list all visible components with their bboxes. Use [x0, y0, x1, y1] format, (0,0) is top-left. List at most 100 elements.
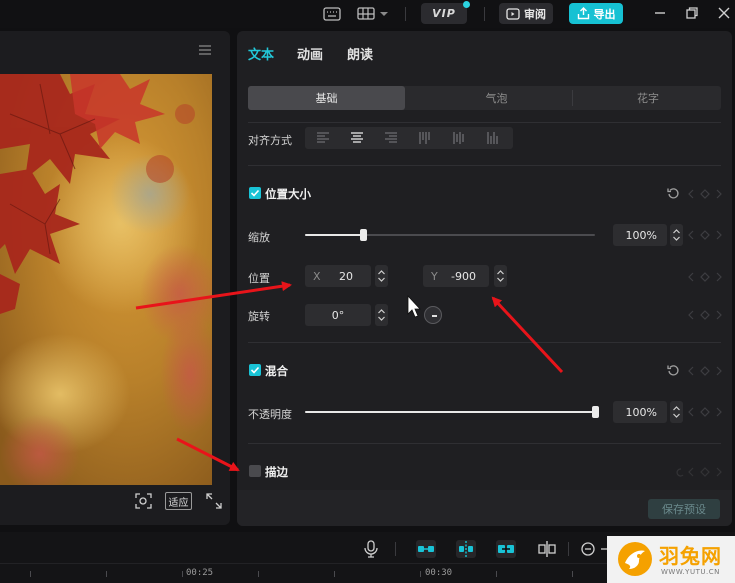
keyframe-nav-icon[interactable] — [688, 229, 722, 241]
position-label: 位置 — [248, 272, 270, 285]
toolbar-separator — [405, 7, 406, 21]
microphone-icon[interactable] — [361, 540, 381, 558]
toolbar-separator — [395, 542, 396, 556]
scale-slider-fill — [305, 234, 363, 236]
opacity-slider[interactable] — [305, 406, 599, 418]
keyboard-shortcut-icon[interactable] — [323, 6, 341, 22]
position-x-input[interactable]: X 20 — [305, 265, 371, 287]
seg-basic[interactable]: 基础 — [248, 86, 405, 110]
scale-slider-knob[interactable] — [359, 229, 367, 241]
vertical-align-top-icon[interactable] — [418, 131, 432, 145]
rotate-stepper[interactable] — [375, 304, 388, 326]
position-y-input[interactable]: Y -900 — [423, 265, 489, 287]
ruler-tick — [334, 571, 335, 577]
reset-icon[interactable] — [667, 364, 680, 377]
ruler-tick — [572, 571, 573, 577]
review-icon — [506, 7, 520, 20]
align-left-icon[interactable] — [316, 131, 330, 145]
ruler-tick — [182, 571, 183, 577]
position-x-stepper[interactable] — [375, 265, 388, 287]
ruler-label: 00:25 — [186, 568, 214, 578]
maximize-icon[interactable] — [684, 5, 700, 21]
video-preview[interactable] — [0, 74, 212, 485]
opacity-stepper[interactable] — [670, 401, 683, 423]
zoom-fit-icon[interactable] — [135, 493, 152, 509]
close-icon[interactable] — [716, 5, 732, 21]
checkmark-icon — [250, 366, 260, 374]
watermark-name: 羽兔网 — [659, 544, 722, 568]
minimize-icon[interactable] — [652, 5, 668, 21]
tab-animation[interactable]: 动画 — [297, 44, 323, 63]
scale-input[interactable]: 100% — [613, 224, 667, 246]
auto-snap-icon[interactable] — [456, 540, 476, 558]
checkmark-icon — [250, 189, 260, 197]
style-segmented-control: 基础 气泡 花字 — [248, 86, 721, 110]
ruler-tick — [420, 571, 421, 577]
linkage-icon[interactable] — [496, 540, 516, 558]
stroke-checkbox[interactable] — [249, 465, 261, 477]
rotate-label: 旋转 — [248, 310, 270, 323]
reset-icon[interactable] — [667, 187, 680, 200]
scale-slider[interactable] — [305, 229, 595, 241]
ruler-tick — [106, 571, 107, 577]
rotate-input[interactable]: 0° — [305, 304, 371, 326]
review-button[interactable]: 审阅 — [499, 3, 553, 24]
save-preset-button[interactable]: 保存预设 — [648, 499, 720, 519]
tab-read-aloud[interactable]: 朗读 — [347, 44, 373, 63]
align-label: 对齐方式 — [248, 134, 292, 147]
stroke-title: 描边 — [265, 465, 288, 479]
vertical-align-middle-icon[interactable] — [452, 131, 466, 145]
watermark-logo — [618, 542, 652, 576]
opacity-input[interactable]: 100% — [613, 401, 667, 423]
export-button[interactable]: 导出 — [569, 3, 623, 24]
seg-fancy-text[interactable]: 花字 — [575, 86, 721, 110]
divider — [248, 165, 721, 166]
keyframe-nav-icon[interactable] — [675, 466, 722, 478]
ruler-tick — [496, 571, 497, 577]
position-size-checkbox[interactable] — [249, 187, 261, 199]
rotation-dial[interactable] — [424, 306, 442, 324]
keyframe-nav-icon[interactable] — [688, 309, 722, 321]
tab-text[interactable]: 文本 — [248, 44, 274, 63]
watermark: 羽兔网 WWW.YUTU.CN — [607, 536, 735, 583]
blend-checkbox[interactable] — [249, 364, 261, 376]
autumn-leaves-image — [0, 74, 212, 485]
position-y-stepper[interactable] — [494, 265, 507, 287]
keyframe-nav-icon[interactable] — [688, 365, 722, 377]
vip-label: VIP — [432, 7, 456, 20]
keyframe-nav-icon[interactable] — [688, 188, 722, 200]
y-prefix: Y — [431, 269, 438, 283]
align-center-icon[interactable] — [350, 131, 364, 145]
rotate-value: 0° — [331, 308, 345, 322]
y-value: -900 — [451, 269, 476, 283]
position-size-title: 位置大小 — [265, 187, 311, 201]
keyframe-nav-icon[interactable] — [688, 406, 722, 418]
opacity-label: 不透明度 — [248, 408, 292, 421]
seg-bubble[interactable]: 气泡 — [418, 86, 575, 110]
export-label: 导出 — [593, 7, 616, 21]
fit-ratio-button[interactable]: 适应 — [165, 492, 192, 510]
keyframe-nav-icon[interactable] — [688, 271, 722, 283]
zoom-out-icon[interactable] — [579, 540, 599, 558]
title-bar: VIP 审阅 导出 — [0, 0, 735, 28]
link-clips-icon[interactable] — [416, 540, 436, 558]
menu-icon[interactable] — [198, 44, 212, 56]
ruler-tick — [30, 571, 31, 577]
ruler-tick — [258, 571, 259, 577]
watermark-url: WWW.YUTU.CN — [661, 568, 720, 576]
toolbar-separator — [568, 542, 569, 556]
vertical-align-bottom-icon[interactable] — [486, 131, 500, 145]
divider — [248, 342, 721, 343]
seg-divider — [572, 90, 573, 106]
scale-value: 100% — [625, 228, 657, 242]
layout-dropdown-icon[interactable] — [357, 6, 391, 22]
blend-title: 混合 — [265, 364, 288, 378]
vip-badge[interactable]: VIP — [421, 1, 470, 24]
player-panel: 适应 — [0, 31, 230, 525]
fullscreen-icon[interactable] — [206, 493, 222, 509]
preview-axis-icon[interactable] — [537, 540, 557, 558]
save-preset-label: 保存预设 — [662, 503, 706, 516]
align-right-icon[interactable] — [384, 131, 398, 145]
opacity-slider-knob[interactable] — [591, 406, 599, 418]
scale-stepper[interactable] — [670, 224, 683, 246]
